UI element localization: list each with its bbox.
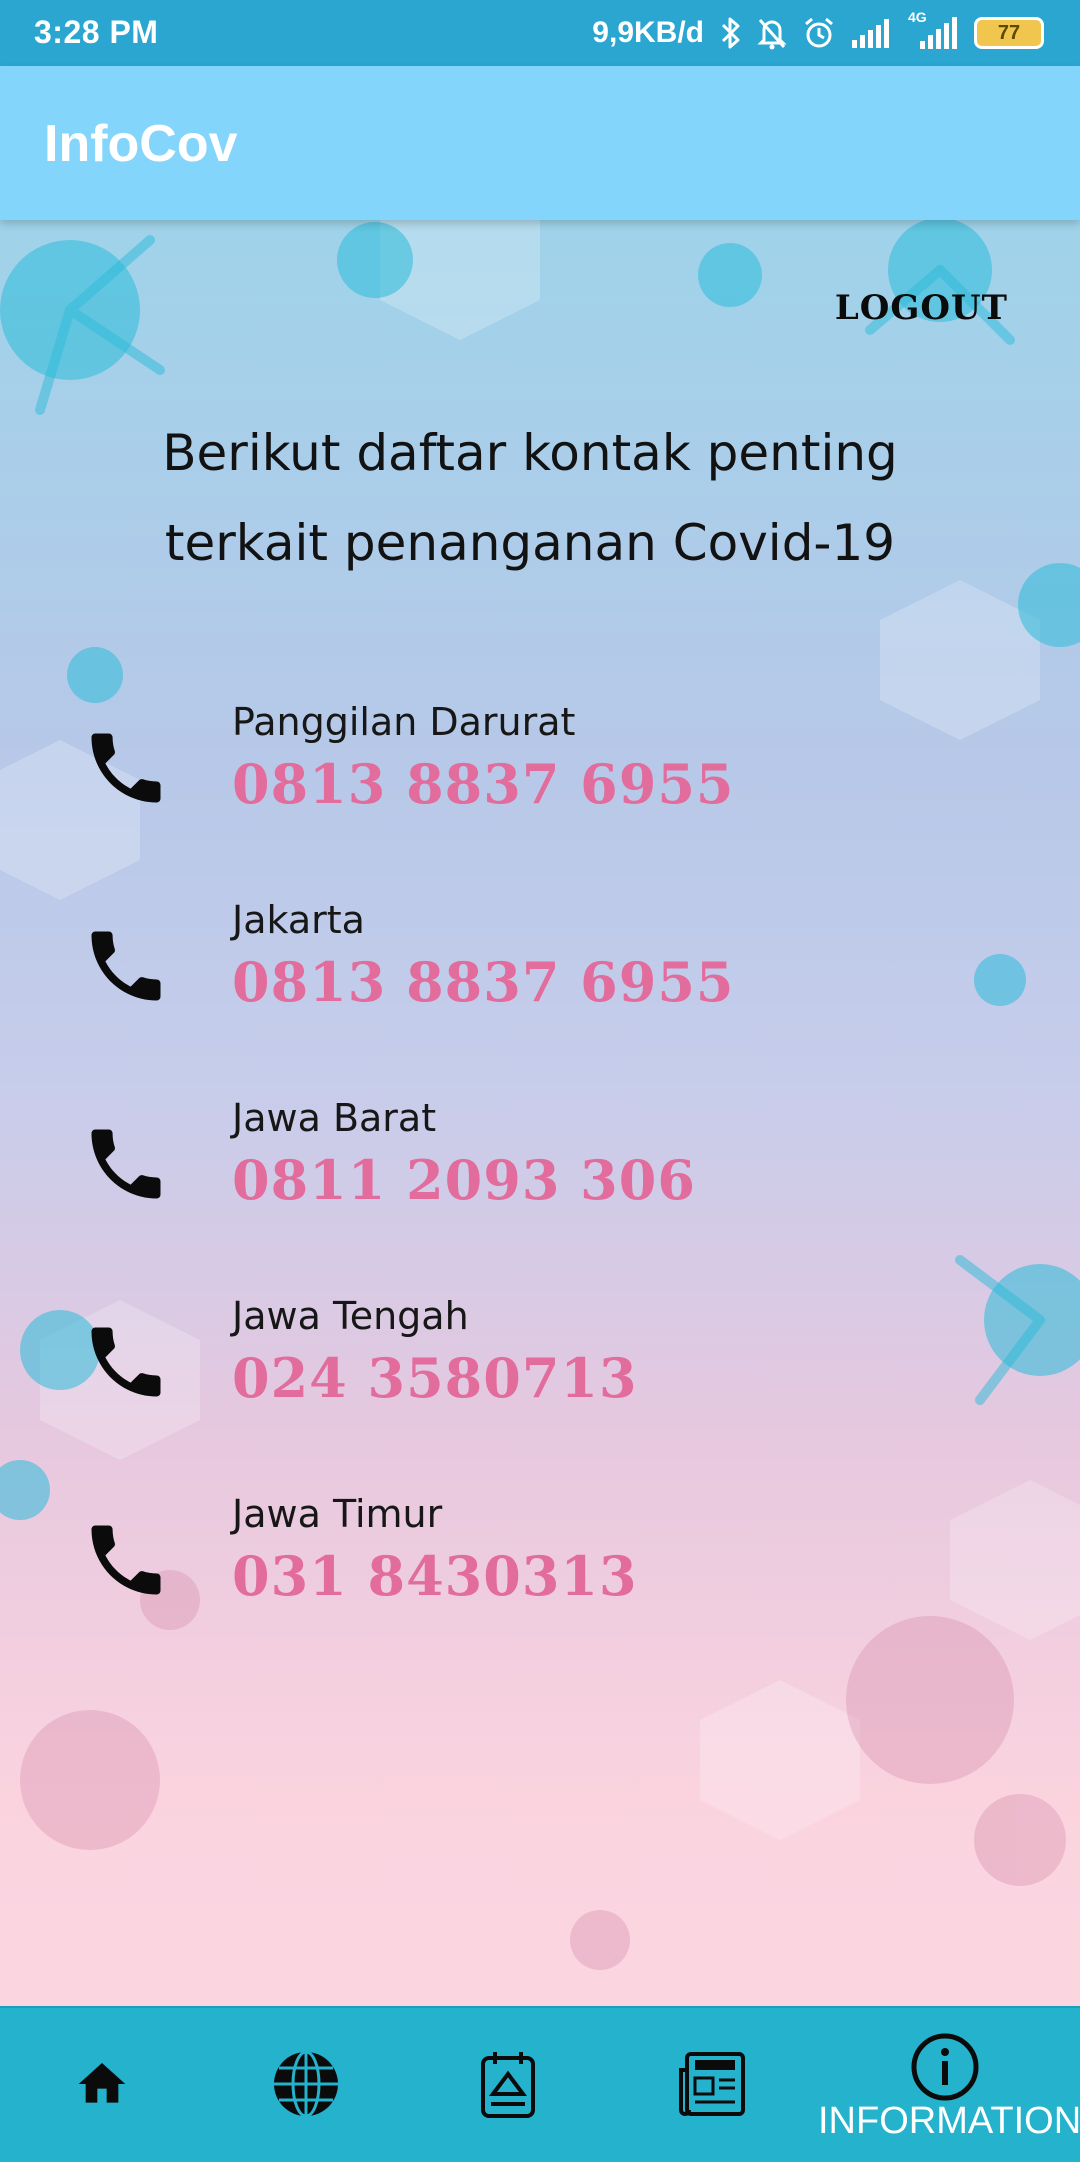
logout-button[interactable]: LOGOUT: [835, 288, 1008, 328]
contact-item-jakarta[interactable]: Jakarta 0813 8837 6955: [0, 898, 1080, 1096]
phone-icon: [91, 931, 161, 1001]
contact-number[interactable]: 031 8430313: [232, 1544, 638, 1608]
bluetooth-icon: [720, 16, 742, 50]
contact-number[interactable]: 0811 2093 306: [232, 1148, 696, 1212]
signal-icon: [850, 16, 894, 50]
status-icons: 9,9KB/d 4G 77: [592, 9, 1044, 55]
phone-icon: [91, 1525, 161, 1595]
intro-line-1: Berikut daftar kontak penting: [162, 424, 898, 482]
signal-4g-icon: 4G: [908, 9, 960, 53]
nav-label-information: INFORMATION: [818, 2100, 1080, 2142]
main-content: LOGOUT Berikut daftar kontak penting ter…: [0, 220, 1080, 2006]
nav-item-news[interactable]: [660, 2008, 764, 2162]
phone-icon: [91, 1327, 161, 1397]
app-bar: InfoCov: [0, 66, 1080, 220]
battery-indicator: 77: [974, 17, 1044, 49]
contact-region: Jawa Tengah: [232, 1294, 469, 1338]
app-title: InfoCov: [44, 115, 238, 173]
alarm-icon: [802, 16, 836, 50]
contact-region: Panggilan Darurat: [232, 700, 576, 744]
contact-item-jawa-barat[interactable]: Jawa Barat 0811 2093 306: [0, 1096, 1080, 1294]
nav-item-information[interactable]: INFORMATION: [810, 2008, 1080, 2162]
notifications-off-icon: [756, 16, 788, 50]
nav-item-home[interactable]: [50, 2008, 154, 2162]
network-speed: 9,9KB/d: [592, 16, 704, 49]
contact-number[interactable]: 0813 8837 6955: [232, 950, 734, 1014]
nav-item-calendar[interactable]: [456, 2008, 560, 2162]
news-icon: [679, 2052, 745, 2116]
calendar-icon: [481, 2052, 535, 2118]
contact-region: Jawa Barat: [232, 1096, 437, 1140]
phone-icon: [91, 1129, 161, 1199]
globe-icon: [274, 2050, 338, 2118]
nav-item-globe[interactable]: [254, 2008, 358, 2162]
contact-number[interactable]: 024 3580713: [232, 1346, 638, 1410]
status-bar: 3:28 PM 9,9KB/d 4G 77: [0, 0, 1080, 66]
contact-region: Jawa Timur: [232, 1492, 443, 1536]
home-icon: [78, 2063, 126, 2103]
contact-region: Jakarta: [232, 898, 365, 942]
contact-item-jawa-timur[interactable]: Jawa Timur 031 8430313: [0, 1492, 1080, 1690]
intro-line-2: terkait penanganan Covid-19: [164, 514, 896, 572]
bottom-navigation: INFORMATION: [0, 2006, 1080, 2162]
status-time: 3:28 PM: [34, 14, 159, 50]
contact-number[interactable]: 0813 8837 6955: [232, 752, 734, 816]
info-icon: [911, 2033, 979, 2101]
intro-text: Berikut daftar kontak penting terkait pe…: [90, 408, 970, 588]
contact-item-panggilan-darurat[interactable]: Panggilan Darurat 0813 8837 6955: [0, 700, 1080, 898]
contact-item-jawa-tengah[interactable]: Jawa Tengah 024 3580713: [0, 1294, 1080, 1492]
phone-icon: [91, 733, 161, 803]
